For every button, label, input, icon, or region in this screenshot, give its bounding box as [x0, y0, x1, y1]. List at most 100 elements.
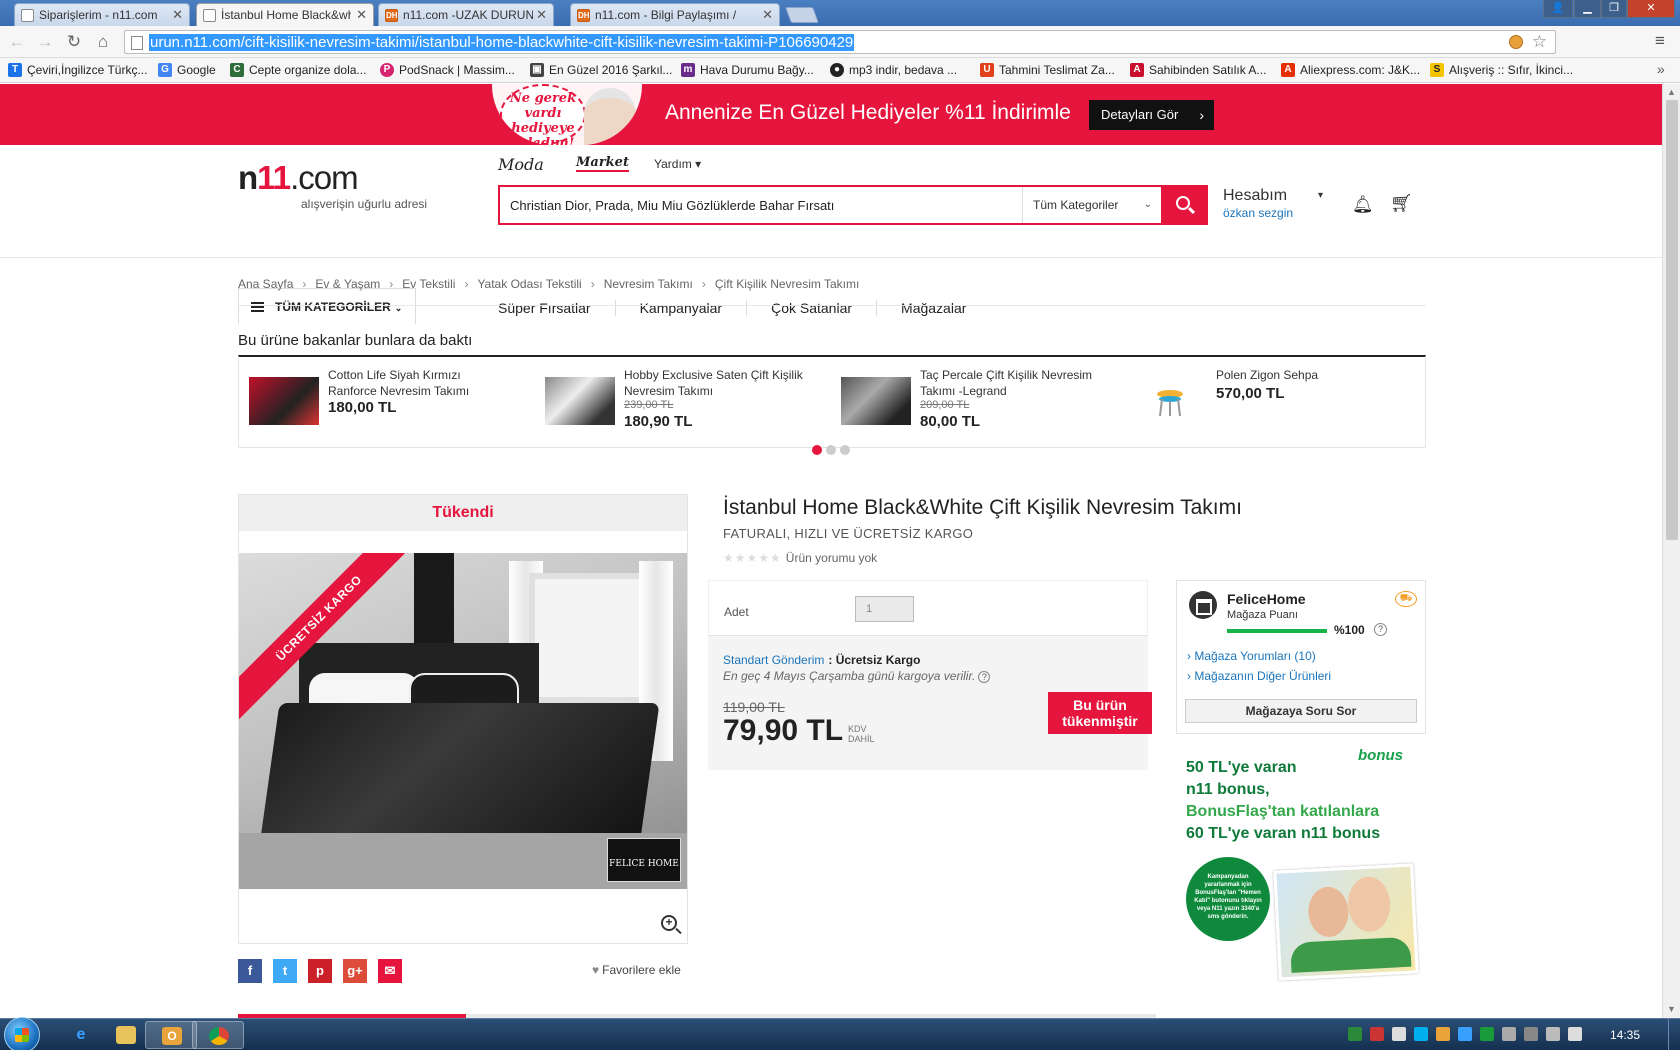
browser-tab-bilgi-paylasimi[interactable]: DH n11.com - Bilgi Paylaşımı / ✕ [570, 3, 780, 26]
ask-seller-button[interactable]: Mağazaya Soru Sor [1185, 699, 1417, 723]
recommendation-item[interactable]: Taç Percale Çift Kişilik Nevresim Takımı… [831, 367, 1121, 437]
breadcrumb-item[interactable]: Nevresim Takımı [604, 277, 693, 291]
recommendation-name[interactable]: Hobby Exclusive Saten Çift Kişilik Nevre… [624, 367, 804, 399]
quantity-input[interactable]: 1 [855, 596, 914, 622]
scroll-down-arrow-icon[interactable]: ▼ [1667, 1004, 1676, 1014]
browser-tab-product[interactable]: İstanbul Home Black&whi ✕ [196, 3, 374, 26]
chevron-double-right-icon[interactable]: » [1657, 61, 1665, 77]
url-text[interactable]: urun.n11.com/cift-kisilik-nevresim-takim… [149, 34, 855, 51]
bookmark-item[interactable]: A Sahibinden Satılık A... [1130, 63, 1266, 77]
browser-tab-siparislerim[interactable]: Siparişlerim - n11.com ✕ [14, 3, 190, 26]
outlook-icon[interactable] [1436, 1027, 1450, 1041]
nav-magazalar[interactable]: Mağazalar [876, 300, 990, 316]
cart-icon[interactable]: 🛒︎ [1390, 193, 1413, 214]
scrollbar-thumb[interactable] [1666, 100, 1678, 540]
search-input[interactable] [510, 194, 1010, 216]
bookmark-star-icon[interactable]: ☆ [1532, 32, 1547, 52]
category-select[interactable]: Tüm Kategoriler ⌄ [1022, 187, 1160, 223]
seller-name[interactable]: FeliceHome [1227, 591, 1306, 607]
home-icon[interactable]: ⌂ [92, 31, 114, 53]
recommendation-item[interactable]: Hobby Exclusive Saten Çift Kişilik Nevre… [535, 367, 825, 437]
tray-icon[interactable] [1480, 1027, 1494, 1041]
close-icon[interactable]: ✕ [356, 7, 367, 23]
add-to-favorites[interactable]: ♥ Favorilere ekle [592, 963, 681, 977]
help-icon[interactable]: ? [978, 671, 991, 683]
bookmark-item[interactable]: P PodSnack | Massim... [380, 63, 515, 77]
carousel-dot[interactable] [812, 445, 822, 455]
breadcrumb-item[interactable]: Ev Tekstili [402, 277, 455, 291]
n11-logo[interactable]: n11.com alışverişin uğurlu adresi [238, 159, 427, 211]
bookmark-item[interactable]: m Hava Durumu Bağy... [681, 63, 814, 77]
product-image[interactable]: ÜCRETSİZ KARGO FELICE HOME [239, 553, 687, 889]
account-username[interactable]: özkan sezgin [1223, 206, 1293, 220]
forward-arrow-icon[interactable]: → [34, 31, 56, 53]
bookmark-item[interactable]: A Aliexpress.com: J&K... [1281, 63, 1420, 77]
skype-icon[interactable] [1414, 1027, 1428, 1041]
close-icon[interactable]: ✕ [172, 7, 183, 23]
new-tab-button[interactable] [785, 7, 819, 23]
user-icon[interactable]: 👤 [1543, 0, 1573, 18]
product-thumbnail[interactable] [841, 377, 911, 425]
twitter-icon[interactable]: t [273, 959, 297, 983]
bonus-ad[interactable]: bonus 50 TL'ye varan n11 bonus, BonusFla… [1176, 747, 1426, 987]
chrome-menu-icon[interactable]: ≡ [1655, 31, 1665, 51]
close-icon[interactable]: ✕ [762, 7, 773, 23]
recommendation-item[interactable]: Cotton Life Siyah Kırmızı Ranforce Nevre… [239, 367, 529, 437]
close-icon[interactable]: ✕ [536, 7, 547, 23]
page-scrollbar[interactable]: ▲ ▼ [1662, 84, 1680, 1018]
wifi-icon[interactable] [1546, 1027, 1560, 1041]
shield-icon[interactable] [1348, 1027, 1362, 1041]
start-button[interactable] [4, 1017, 40, 1050]
account-menu[interactable]: Hesabım özkan sezgin ▾ [1223, 187, 1323, 220]
carousel-dot[interactable] [826, 445, 836, 455]
bookmark-item[interactable]: U Tahmini Teslimat Za... [980, 63, 1115, 77]
taskbar-outlook[interactable]: O [145, 1021, 197, 1049]
seller-reviews-link[interactable]: Mağaza Yorumları (10) [1187, 649, 1315, 663]
antivirus-icon[interactable] [1370, 1027, 1384, 1041]
moda-link[interactable]: Moda [498, 155, 544, 174]
product-thumbnail[interactable] [249, 377, 319, 425]
bookmark-item[interactable]: C Cepte organize dola... [230, 63, 366, 77]
breadcrumb-item[interactable]: Yatak Odası Tekstili [477, 277, 581, 291]
extension-icon[interactable] [1509, 35, 1523, 49]
help-icon[interactable]: ? [1374, 623, 1387, 636]
facebook-icon[interactable]: f [238, 959, 262, 983]
product-thumbnail[interactable] [545, 377, 615, 425]
window-close-button[interactable]: ✕ [1627, 0, 1675, 18]
recommendation-name[interactable]: Cotton Life Siyah Kırmızı Ranforce Nevre… [328, 367, 508, 399]
taskbar-chrome[interactable] [192, 1021, 244, 1049]
bookmark-item[interactable]: G Google [158, 63, 216, 77]
nav-kampanyalar[interactable]: Kampanyalar [614, 300, 747, 316]
pinterest-icon[interactable]: p [308, 959, 332, 983]
promo-banner[interactable]: Ne gerek vardı hediyeye evladım! Anneniz… [0, 84, 1662, 145]
nav-cok-satanlar[interactable]: Çok Satanlar [746, 300, 876, 316]
bell-icon[interactable]: 🔔︎ [1352, 195, 1374, 215]
breadcrumb-item[interactable]: Ev & Yaşam [315, 277, 380, 291]
recommendation-name[interactable]: Taç Percale Çift Kişilik Nevresim Takımı… [920, 367, 1100, 399]
minimize-button[interactable]: ▁ [1574, 0, 1601, 18]
bookmark-item[interactable]: ▣ En Güzel 2016 Şarkıl... [530, 63, 672, 77]
carousel-dot[interactable] [840, 445, 850, 455]
breadcrumb-item[interactable]: Ana Sayfa [238, 277, 293, 291]
back-arrow-icon[interactable]: ← [6, 31, 28, 53]
market-link[interactable]: Market [576, 155, 629, 172]
show-desktop-button[interactable] [1668, 1019, 1680, 1050]
address-bar[interactable]: urun.n11.com/cift-kisilik-nevresim-takim… [124, 30, 1556, 54]
all-categories-button[interactable]: TÜM KATEGORİLER ⌄ [238, 288, 416, 324]
reload-icon[interactable]: ↻ [63, 31, 85, 53]
email-icon[interactable]: ✉ [378, 959, 402, 983]
help-menu[interactable]: Yardım ▾ [654, 157, 701, 171]
seller-other-products-link[interactable]: Mağazanın Diğer Ürünleri [1187, 669, 1331, 683]
display-icon[interactable] [1524, 1027, 1538, 1041]
restore-button[interactable]: ❐ [1601, 0, 1627, 18]
volume-icon[interactable] [1568, 1027, 1582, 1041]
zoom-in-icon[interactable]: + [661, 915, 677, 931]
recommendation-name[interactable]: Polen Zigon Sehpa [1216, 367, 1396, 383]
standard-shipping-link[interactable]: Standart Gönderim [723, 653, 824, 667]
browser-tab-uzak-durun[interactable]: DH n11.com -UZAK DURUN- l ✕ [378, 3, 554, 26]
bookmark-item[interactable]: T Çeviri,İngilizce Türkç... [8, 63, 147, 77]
taskbar-clock[interactable]: 14:35 [1610, 1028, 1640, 1042]
nav-super-firsatlar[interactable]: Süper Fırsatlar [498, 300, 615, 316]
scroll-up-arrow-icon[interactable]: ▲ [1667, 87, 1676, 97]
network-icon[interactable] [1392, 1027, 1406, 1041]
